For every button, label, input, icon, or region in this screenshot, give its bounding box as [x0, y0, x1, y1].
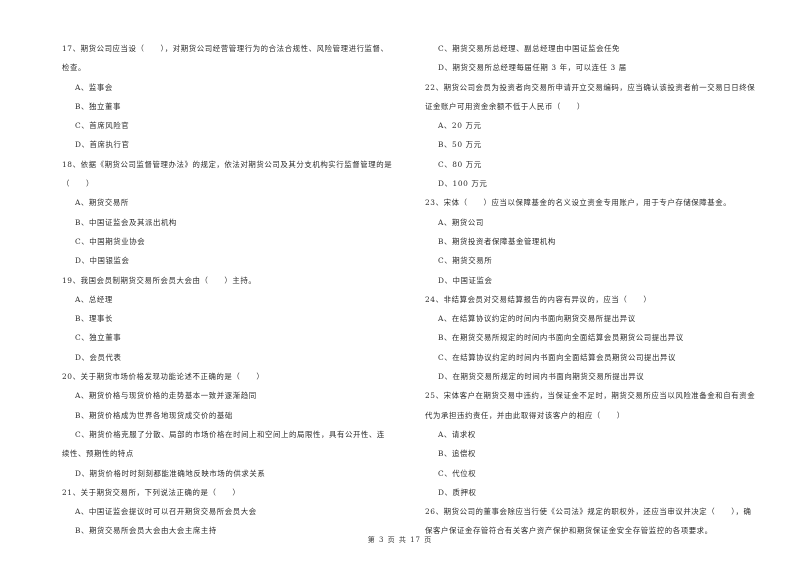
answer-option: D、会员代表 [75, 352, 122, 362]
answer-option: B、期货投资者保障基金管理机构 [438, 236, 556, 246]
answer-option: B、独立董事 [75, 101, 121, 111]
answer-option: B、在期货交易所规定的时间内书面向全面结算会员期货公司提出异议 [438, 333, 684, 343]
answer-option: B、追偿权 [438, 449, 476, 459]
question-text: 23、宋体（ ）应当以保障基金的名义设立资金专用账户，用于专户存储保障基金。 [425, 198, 732, 208]
question-text: 21、关于期货交易所，下列说法正确的是（ ） [62, 487, 241, 497]
answer-option: D、中国证监会 [438, 275, 493, 285]
answer-option: A、总经理 [75, 294, 113, 304]
answer-option: A、中国证监会提议时可以召开期货交易所会员大会 [75, 507, 257, 517]
answer-option: C、期货价格克服了分散、局部的市场价格在时间上和空间上的局限性，具有公开性、连 [75, 429, 385, 439]
answer-option: A、监事会 [75, 82, 113, 92]
question-text: 17、期货公司应当设（ ），对期货公司经营管理行为的合法合规性、风险管理进行监督… [62, 44, 389, 53]
answer-option: A、期货价格与现货价格的走势基本一致并逐渐趋同 [75, 391, 257, 401]
answer-option: A、在结算协议约定的时间内书面向期货交易所提出异议 [438, 314, 636, 324]
answer-option: C、期货交易所总经理、副总经理由中国证监会任免 [438, 44, 621, 53]
answer-option: A、20 万元 [438, 121, 482, 131]
answer-option: A、请求权 [438, 429, 476, 439]
answer-option: B、期货价格成为世界各地现货成交价的基础 [75, 410, 233, 420]
answer-option: B、中国证监会及其派出机构 [75, 217, 177, 227]
answer-option: D、100 万元 [438, 179, 488, 189]
question-text: 26、期货公司的董事会除应当行使《公司法》规定的职权外，还应当审议并决定（ ），… [425, 507, 752, 517]
question-text: 20、关于期货市场价格发现功能论述不正确的是（ ） [62, 372, 265, 382]
answer-option: D、质押权 [438, 487, 477, 497]
left-column: 17、期货公司应当设（ ），对期货公司经营管理行为的合法合规性、风险管理进行监督… [62, 44, 392, 546]
answer-option: C、在结算协议约定的时间内书面向全面结算会员期货公司提出异议 [438, 352, 676, 362]
question-text: 检查。 [62, 63, 86, 73]
question-text: 22、期货公司会员为投资者向交易所申请开立交易编码，应当确认该投资者前一交易日日… [425, 82, 756, 92]
right-column: C、期货交易所总经理、副总经理由中国证监会任免 D、期货交易所总经理每届任期 3 … [425, 44, 760, 546]
answer-option: A、期货交易所 [75, 198, 129, 208]
question-text: 18、依据《期货公司监督管理办法》的规定，依法对期货公司及其分支机构实行监督管理… [62, 159, 393, 169]
answer-option: D、期货价格时时刻刻都能准确地反映市场的供求关系 [75, 468, 266, 478]
answer-option: B、理事长 [75, 314, 113, 324]
answer-option: C、80 万元 [438, 159, 482, 169]
question-text: 24、非结算会员对交易结算报告的内容有异议的，应当（ ） [425, 294, 652, 304]
answer-option: C、代位权 [438, 468, 477, 478]
question-text: 续性、预期性的特点 [62, 449, 134, 459]
question-text: 证金账户可用资金余额不低于人民币（ ） [425, 101, 585, 111]
answer-option: D、首席执行官 [75, 140, 130, 150]
answer-option: D、中国银监会 [75, 256, 130, 266]
answer-option: C、期货交易所 [438, 256, 493, 266]
answer-option: D、期货交易所总经理每届任期 3 年，可以连任 3 届 [438, 63, 627, 73]
answer-option: C、中国期货业协会 [75, 236, 146, 246]
answer-option: C、首席风险官 [75, 121, 130, 131]
page-footer: 第 3 页 共 17 页 [367, 536, 433, 544]
answer-option: A、期货公司 [438, 217, 484, 227]
question-text: 代为承担违约责任，并由此取得对该客户的相应（ ） [425, 410, 625, 420]
answer-option: B、50 万元 [438, 140, 482, 150]
question-text: 19、我国会员制期货交易所会员大会由（ ）主持。 [62, 275, 257, 285]
question-text: 25、宋体客户在期货交易中违约，当保证金不足时，期货交易所应当以风险准备金和自有… [425, 391, 756, 401]
answer-option: D、在期货交易所规定的时间内书面向期货交易所提出异议 [438, 372, 645, 382]
question-text: （ ） [62, 179, 94, 189]
answer-option: C、独立董事 [75, 333, 122, 343]
